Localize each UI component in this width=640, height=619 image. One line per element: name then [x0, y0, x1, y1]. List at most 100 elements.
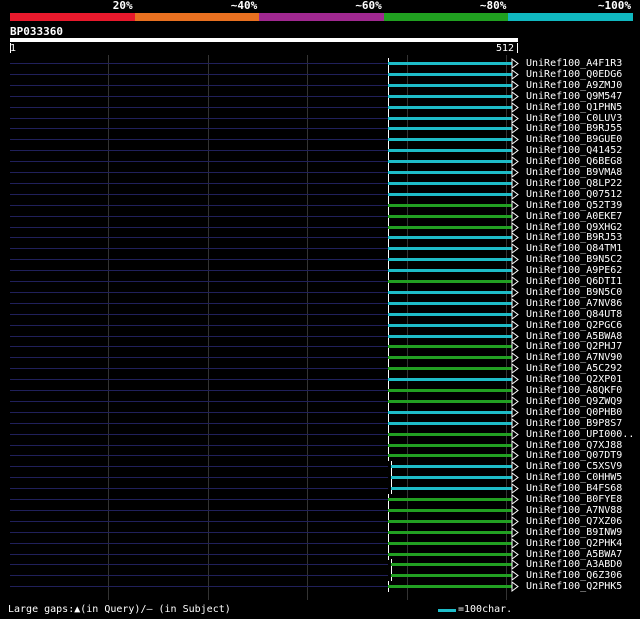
alignment-bar[interactable]: [388, 374, 528, 386]
hit-row[interactable]: UniRef100_Q84TM1: [0, 243, 640, 255]
hit-name[interactable]: UniRef100_Q9M547: [526, 91, 622, 102]
alignment-bar[interactable]: [388, 297, 528, 309]
hit-name[interactable]: UniRef100_Q7XZ06: [526, 516, 622, 527]
hit-row[interactable]: UniRef100_Q07DT9: [0, 450, 640, 462]
hit-name[interactable]: UniRef100_A7NV88: [526, 505, 622, 516]
alignment-bar[interactable]: [391, 559, 531, 571]
alignment-bar[interactable]: [388, 395, 528, 407]
hit-name[interactable]: UniRef100_Q8LP22: [526, 178, 622, 189]
hit-row[interactable]: UniRef100_Q84UT8: [0, 308, 640, 320]
alignment-bar[interactable]: [388, 286, 528, 298]
hit-name[interactable]: UniRef100_Q2XP01: [526, 374, 622, 385]
alignment-bar[interactable]: [388, 363, 528, 375]
hit-name[interactable]: UniRef100_B9GUE0: [526, 134, 622, 145]
alignment-bar[interactable]: [388, 537, 528, 549]
hit-name[interactable]: UniRef100_Q84UT8: [526, 309, 622, 320]
hit-row[interactable]: UniRef100_Q2PHK5: [0, 581, 640, 593]
alignment-bar[interactable]: [388, 58, 528, 69]
alignment-bar[interactable]: [391, 461, 531, 473]
hit-name[interactable]: UniRef100_Q84TM1: [526, 243, 622, 254]
alignment-bar[interactable]: [388, 406, 528, 418]
hit-row[interactable]: UniRef100_C5XSV9: [0, 461, 640, 473]
hit-row[interactable]: UniRef100_Q0PHB0: [0, 406, 640, 418]
alignment-bar[interactable]: [388, 210, 528, 222]
hit-name[interactable]: UniRef100_A3ABD0: [526, 559, 622, 570]
alignment-bar[interactable]: [388, 581, 528, 593]
hit-name[interactable]: UniRef100_Q07DT9: [526, 450, 622, 461]
hit-row[interactable]: UniRef100_UPI000..: [0, 428, 640, 440]
alignment-bar[interactable]: [388, 101, 528, 113]
hit-name[interactable]: UniRef100_Q2PHK5: [526, 581, 622, 592]
hit-row[interactable]: UniRef100_A5C292: [0, 363, 640, 375]
alignment-bar[interactable]: [388, 385, 528, 396]
alignment-bar[interactable]: [388, 319, 528, 331]
hit-row[interactable]: UniRef100_Q2PHJ7: [0, 341, 640, 353]
hit-name[interactable]: UniRef100_Q9ZWQ9: [526, 396, 622, 407]
hit-name[interactable]: UniRef100_Q2PHJ7: [526, 341, 622, 352]
hit-row[interactable]: UniRef100_Q6Z306: [0, 570, 640, 582]
hit-row[interactable]: UniRef100_Q8LP22: [0, 177, 640, 189]
hit-row[interactable]: UniRef100_Q1PHN5: [0, 101, 640, 113]
alignment-bar[interactable]: [388, 254, 528, 266]
hit-name[interactable]: UniRef100_A0EKE7: [526, 211, 622, 222]
hit-name[interactable]: UniRef100_A7NV86: [526, 298, 622, 309]
hit-name[interactable]: UniRef100_Q6Z306: [526, 570, 622, 581]
alignment-bar[interactable]: [388, 90, 528, 102]
alignment-bar[interactable]: [388, 276, 528, 287]
hit-name[interactable]: UniRef100_C0LUV3: [526, 113, 622, 124]
hit-name[interactable]: UniRef100_A7NV90: [526, 352, 622, 363]
hit-name[interactable]: UniRef100_A5BWA7: [526, 549, 622, 560]
hit-name[interactable]: UniRef100_Q9XHG2: [526, 222, 622, 233]
hit-row[interactable]: UniRef100_A5BWA8: [0, 330, 640, 342]
hit-name[interactable]: UniRef100_A5C292: [526, 363, 622, 374]
hit-name[interactable]: UniRef100_C0HHW5: [526, 472, 622, 483]
alignment-bar[interactable]: [388, 188, 528, 200]
hit-name[interactable]: UniRef100_Q7XJ88: [526, 440, 622, 451]
hit-row[interactable]: UniRef100_A5BWA7: [0, 548, 640, 560]
alignment-bar[interactable]: [391, 570, 531, 582]
hit-name[interactable]: UniRef100_C5XSV9: [526, 461, 622, 472]
alignment-bar[interactable]: [388, 548, 528, 560]
alignment-bar[interactable]: [388, 341, 528, 353]
alignment-bar[interactable]: [388, 112, 528, 124]
hit-row[interactable]: UniRef100_Q9XHG2: [0, 221, 640, 233]
hit-row[interactable]: UniRef100_Q7XZ06: [0, 515, 640, 527]
hit-row[interactable]: UniRef100_Q41452: [0, 145, 640, 157]
alignment-bar[interactable]: [388, 417, 528, 429]
hit-row[interactable]: UniRef100_A7NV86: [0, 297, 640, 309]
alignment-bar[interactable]: [388, 439, 528, 451]
hit-name[interactable]: UniRef100_UPI000..: [526, 429, 634, 440]
hit-name[interactable]: UniRef100_B9N5C0: [526, 287, 622, 298]
alignment-bar[interactable]: [388, 199, 528, 211]
alignment-bar[interactable]: [388, 145, 528, 157]
hit-row[interactable]: UniRef100_B9RJ53: [0, 232, 640, 244]
alignment-bar[interactable]: [388, 308, 528, 320]
hit-name[interactable]: UniRef100_Q6DTI1: [526, 276, 622, 287]
hit-name[interactable]: UniRef100_B9RJ55: [526, 123, 622, 134]
hit-row[interactable]: UniRef100_Q7XJ88: [0, 439, 640, 451]
hit-name[interactable]: UniRef100_Q41452: [526, 145, 622, 156]
hit-row[interactable]: UniRef100_A3ABD0: [0, 559, 640, 571]
hit-name[interactable]: UniRef100_B9RJ53: [526, 232, 622, 243]
hit-row[interactable]: UniRef100_C0LUV3: [0, 112, 640, 124]
alignment-bar[interactable]: [388, 167, 528, 178]
hit-row[interactable]: UniRef100_A7NV88: [0, 504, 640, 516]
alignment-bar[interactable]: [388, 177, 528, 189]
hit-name[interactable]: UniRef100_A5BWA8: [526, 331, 622, 342]
alignment-bar[interactable]: [388, 526, 528, 538]
hit-name[interactable]: UniRef100_B4FS68: [526, 483, 622, 494]
hit-name[interactable]: UniRef100_B0FYE8: [526, 494, 622, 505]
hit-row[interactable]: UniRef100_B9N5C0: [0, 286, 640, 298]
hit-row[interactable]: UniRef100_B9VMA8: [0, 167, 640, 178]
alignment-bar[interactable]: [388, 515, 528, 527]
hit-row[interactable]: UniRef100_A4F1R3: [0, 58, 640, 69]
hit-name[interactable]: UniRef100_Q2PGC6: [526, 320, 622, 331]
alignment-bar[interactable]: [388, 232, 528, 244]
hit-row[interactable]: UniRef100_A8QKF0: [0, 385, 640, 396]
alignment-bar[interactable]: [388, 352, 528, 364]
alignment-bar[interactable]: [388, 330, 528, 342]
hit-row[interactable]: UniRef100_Q2XP01: [0, 374, 640, 386]
hit-name[interactable]: UniRef100_A9PE62: [526, 265, 622, 276]
hit-row[interactable]: UniRef100_Q52T39: [0, 199, 640, 211]
hit-name[interactable]: UniRef100_Q07512: [526, 189, 622, 200]
